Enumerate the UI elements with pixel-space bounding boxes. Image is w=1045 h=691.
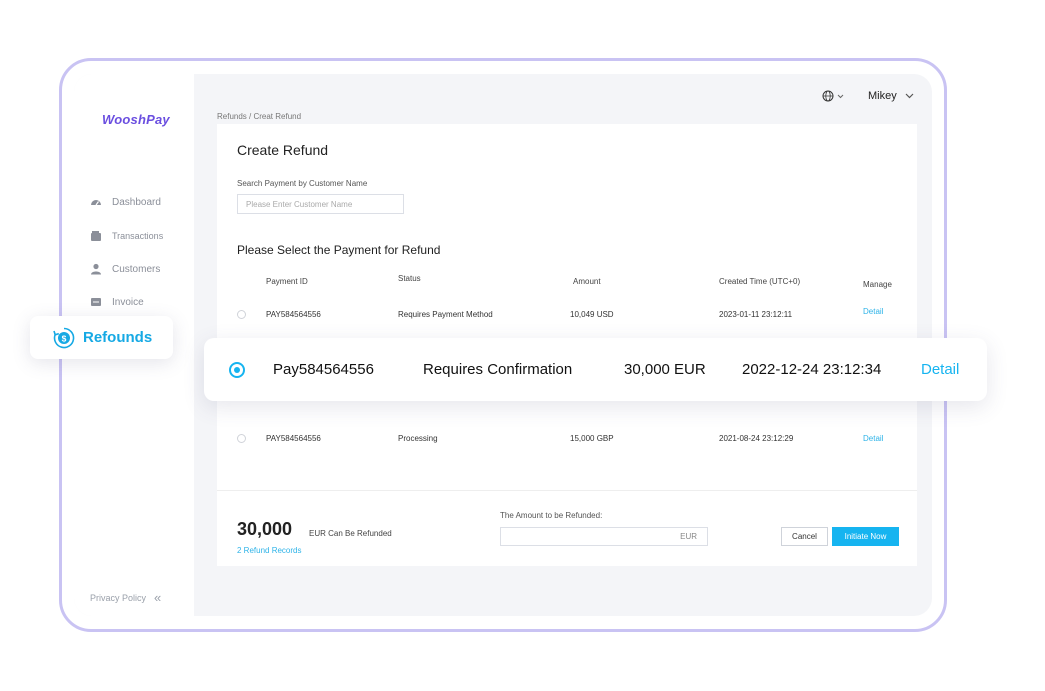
table-header-status: Status xyxy=(398,274,421,283)
refundable-amount-note: EUR Can Be Refunded xyxy=(309,529,392,538)
table-cell-payment-id: PAY584564556 xyxy=(266,434,321,443)
refund-amount-input[interactable]: EUR xyxy=(500,527,708,546)
table-cell-amount: 15,000 GBP xyxy=(570,434,614,443)
section-title: Please Select the Payment for Refund xyxy=(237,243,441,257)
table-cell-payment-id: Pay584564556 xyxy=(273,361,374,378)
invoice-icon xyxy=(91,298,101,306)
user-menu[interactable]: Mikey xyxy=(868,90,914,102)
row-select-radio[interactable] xyxy=(237,434,246,443)
table-cell-payment-id: PAY584564556 xyxy=(266,310,321,319)
row-select-radio-checked[interactable] xyxy=(229,362,245,378)
page-title: Create Refund xyxy=(237,142,329,158)
search-label: Search Payment by Customer Name xyxy=(237,179,368,188)
sidebar-item-invoice[interactable]: Invoice xyxy=(90,296,144,308)
wallet-icon xyxy=(91,231,101,241)
customer-search-input[interactable] xyxy=(237,194,404,214)
refund-records-link[interactable]: 2 Refund Records xyxy=(237,546,301,555)
privacy-policy-label: Privacy Policy xyxy=(90,592,147,603)
app-logo: WooshPay xyxy=(102,112,170,127)
sidebar-item-dashboard[interactable]: Dashboard xyxy=(90,196,161,208)
sidebar-item-label: Customers xyxy=(112,263,161,275)
table-cell-amount: 10,049 USD xyxy=(570,310,614,319)
table-cell-status: Requires Confirmation xyxy=(423,361,573,378)
table-cell-status: Processing xyxy=(398,434,438,443)
table-header-manage: Manage xyxy=(863,280,892,289)
sidebar-item-transactions[interactable]: Transactions xyxy=(90,230,163,242)
table-cell-created-time: 2023-01-11 23:12:11 xyxy=(719,310,793,319)
table-row-selected[interactable]: Pay584564556 Requires Confirmation 30,00… xyxy=(204,338,987,401)
svg-text:$: $ xyxy=(62,333,67,343)
table-header-payment-id: Payment ID xyxy=(266,277,308,286)
table-cell-created-time: 2022-12-24 23:12:34 xyxy=(742,361,882,378)
refund-coin-icon: $ xyxy=(53,327,75,348)
dashboard-icon xyxy=(91,200,101,206)
row-select-radio[interactable] xyxy=(237,310,246,319)
chevron-down-icon xyxy=(905,93,914,99)
cancel-button[interactable]: Cancel xyxy=(781,527,828,546)
detail-link[interactable]: Detail xyxy=(921,361,959,378)
user-name: Mikey xyxy=(868,90,897,102)
refund-currency: EUR xyxy=(680,532,697,541)
table-cell-created-time: 2021-08-24 23:12:29 xyxy=(719,434,794,443)
refund-amount-label: The Amount to be Refunded: xyxy=(500,511,603,520)
table-header-amount: Amount xyxy=(573,277,601,286)
sidebar-item-customers[interactable]: Customers xyxy=(90,263,160,275)
user-icon xyxy=(91,263,101,275)
detail-link[interactable]: Detail xyxy=(863,307,883,316)
breadcrumb: Refunds / Creat Refund xyxy=(217,112,302,121)
table-cell-status: Requires Payment Method xyxy=(398,310,493,319)
sidebar-item-label: Transactions xyxy=(112,231,164,241)
refund-summary-footer: 30,000 EUR Can Be Refunded 2 Refund Reco… xyxy=(217,490,917,566)
sidebar-item-refounds[interactable]: $ Refounds xyxy=(30,316,173,359)
privacy-policy-link[interactable]: Privacy Policy « xyxy=(90,590,161,605)
detail-link[interactable]: Detail xyxy=(863,434,883,443)
sidebar-item-label: Dashboard xyxy=(112,196,161,208)
globe-icon xyxy=(822,90,834,102)
initiate-now-button[interactable]: Initiate Now xyxy=(832,527,899,546)
refundable-amount: 30,000 xyxy=(237,519,293,539)
collapse-sidebar-icon[interactable]: « xyxy=(154,590,161,605)
sidebar-item-label: Refounds xyxy=(83,329,153,346)
language-selector[interactable] xyxy=(822,90,844,102)
sidebar-item-label: Invoice xyxy=(112,296,144,308)
table-cell-amount: 30,000 EUR xyxy=(624,361,706,378)
table-header-created-time: Created Time (UTC+0) xyxy=(719,277,801,286)
chevron-down-icon xyxy=(837,94,844,98)
